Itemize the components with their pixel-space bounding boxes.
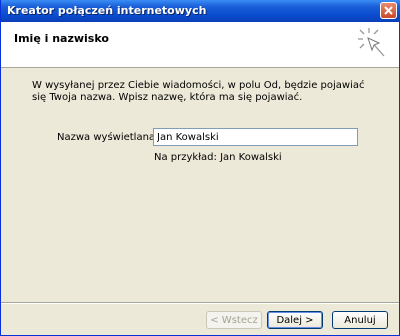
- close-button[interactable]: [380, 2, 397, 19]
- wizard-sparkle-icon: [358, 28, 385, 57]
- back-button[interactable]: < Wstecz: [206, 311, 262, 329]
- window-title: Kreator połączeń internetowych: [7, 4, 207, 17]
- example-hint: Na przykład: Jan Kowalski: [154, 152, 282, 163]
- wizard-window: Kreator połączeń internetowych Imię i na…: [0, 0, 400, 336]
- close-icon: [384, 6, 393, 15]
- next-button[interactable]: Dalej >: [267, 311, 323, 329]
- page-title: Imię i nazwisko: [14, 32, 109, 45]
- instruction-text: W wysyłanej przez Ciebie wiadomości, w p…: [32, 80, 365, 103]
- footer-separator: [1, 302, 399, 304]
- display-name-label: Nazwa wyświetlana:: [57, 132, 159, 143]
- wizard-header: Imię i nazwisko: [1, 22, 399, 68]
- wizard-content: W wysyłanej przez Ciebie wiadomości, w p…: [1, 68, 399, 303]
- cancel-button[interactable]: Anuluj: [332, 311, 388, 329]
- title-bar[interactable]: Kreator połączeń internetowych: [1, 0, 400, 22]
- display-name-input[interactable]: [153, 128, 358, 146]
